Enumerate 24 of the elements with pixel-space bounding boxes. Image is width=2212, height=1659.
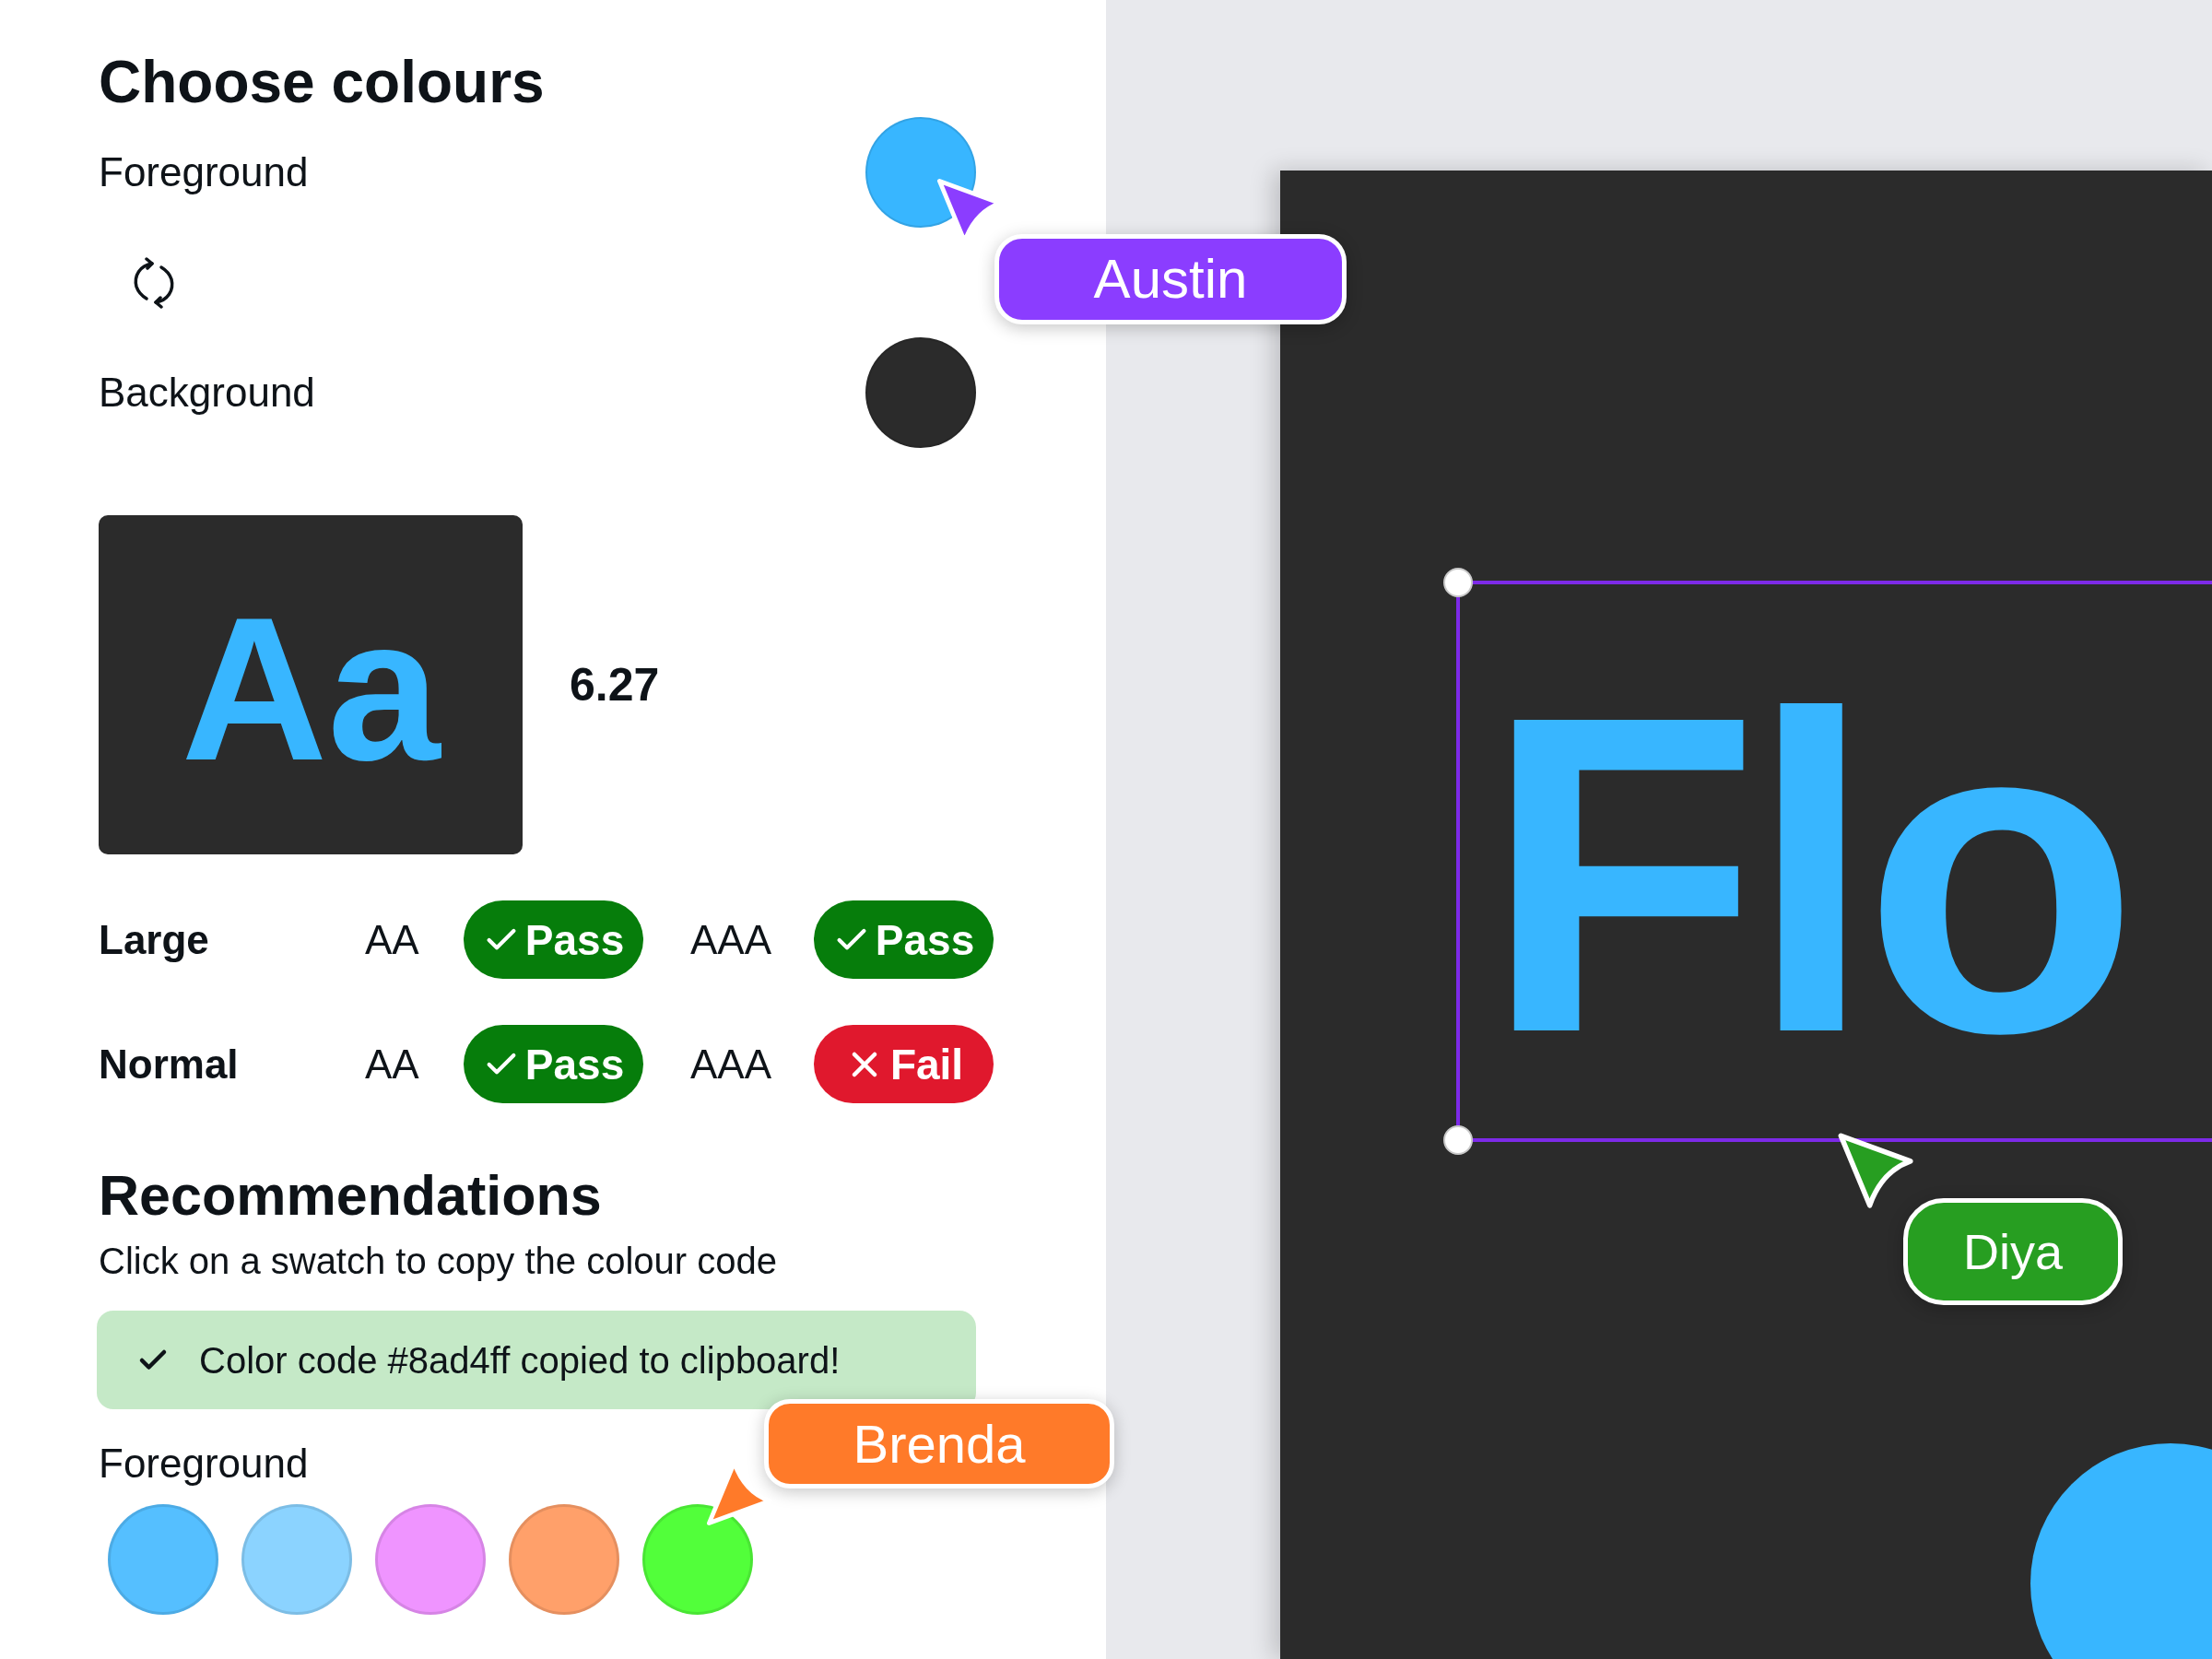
name-tag: Diya <box>1903 1198 2123 1305</box>
contrast-ratio: 6.27 <box>570 662 660 708</box>
text-size-label: Normal <box>99 1041 239 1087</box>
canvas-text[interactable]: Flo <box>1484 648 2139 1100</box>
color-label: Background <box>99 372 315 413</box>
panel-title: Choose colours <box>99 53 545 112</box>
section-title: Recommendations <box>99 1168 602 1224</box>
swatch-group-label: Foreground <box>99 1443 309 1484</box>
result-label: Pass <box>875 918 975 961</box>
text-size-label: Large <box>99 916 209 962</box>
level-label: AAA <box>690 1041 772 1087</box>
result-label: Fail <box>889 1042 964 1086</box>
toast-message: Color code #8ad4ff copied to clipboard! <box>199 1341 841 1379</box>
level-label: AA <box>365 1041 419 1087</box>
resize-handle[interactable] <box>1443 1125 1473 1155</box>
contrast-preview: Aa <box>99 515 523 854</box>
result-label: Pass <box>524 918 625 961</box>
resize-handle[interactable] <box>1443 568 1473 597</box>
level-label: AA <box>365 916 419 962</box>
selection-frame[interactable] <box>1456 581 2212 1142</box>
result-label: Pass <box>524 1042 625 1086</box>
level-label: AAA <box>690 916 772 962</box>
color-label: Foreground <box>99 152 309 193</box>
hint-text: Click on a swatch to copy the colour code <box>99 1242 777 1279</box>
